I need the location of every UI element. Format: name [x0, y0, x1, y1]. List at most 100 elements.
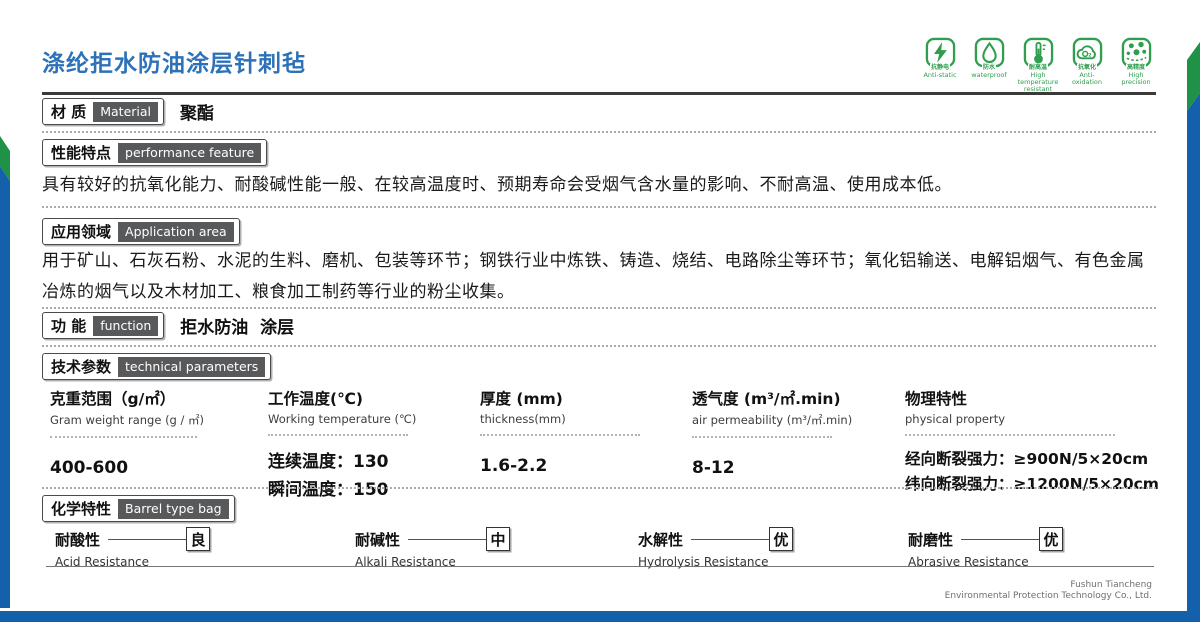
function-section-label: 功 能 function [42, 312, 164, 339]
param-value: 纬向断裂强力：≥1200N/5×20cm [905, 472, 1175, 494]
param-zh-header: 工作温度(℃) [268, 387, 468, 409]
footer-divider [46, 566, 1154, 567]
product-spec-page: 涤纶拒水防油涂层针刺毡 抗静电 Anti-static 防水 waterproo… [0, 0, 1200, 622]
technical-section-label: 技术参数 technical parameters [42, 353, 271, 380]
feature-zh-label: 耐高温 [1028, 64, 1048, 71]
function-value: 拒水防油 涂层 [180, 313, 294, 338]
application-text: 用于矿山、石灰石粉、水泥的生料、磨机、包装等环节；钢铁行业中炼铁、铸造、烧结、电… [42, 246, 1152, 308]
svg-text:2: 2 [1088, 52, 1091, 58]
chemical-zh: 化学特性 [51, 498, 111, 519]
company-name-line1: Fushun Tiancheng [945, 580, 1152, 591]
feature-high-temperature: 耐高温 High temperature resistant [1018, 37, 1058, 93]
feature-en-label: waterproof [971, 72, 1006, 79]
chem-connector-line [961, 539, 1039, 540]
section-divider [42, 131, 1156, 133]
param-thickness: 厚度 (mm) thickness(mm) 1.6-2.2 [480, 387, 670, 476]
chem-grade-box: 中 [486, 527, 510, 551]
param-en-header: physical property [905, 412, 1175, 426]
param-value: 8-12 [692, 458, 887, 478]
feature-en-label: Anti-static [923, 72, 956, 79]
feature-high-precision: 高精度 High precision [1116, 37, 1156, 93]
feature-anti-oxidation: 2 抗氧化 Anti-oxidation [1067, 37, 1107, 93]
performance-en-badge: performance feature [118, 143, 261, 163]
param-physical-property: 物理特性 physical property 经向断裂强力：≥900N/5×20… [905, 387, 1175, 494]
chem-grade-box: 优 [769, 527, 793, 551]
chem-item-top: 耐碱性 中 [355, 527, 510, 551]
performance-text: 具有较好的抗氧化能力、耐酸碱性能一般、在较高温度时、预期寿命会受烟气含水量的影响… [42, 170, 1152, 201]
param-zh-header: 克重范围（g/㎡） [50, 387, 250, 409]
chemical-en-badge: Barrel type bag [118, 499, 229, 519]
material-value: 聚酯 [180, 99, 214, 124]
material-row: 材 质 Material 聚酯 [42, 98, 214, 125]
chem-abrasive-resistance: 耐磨性 优 Abrasive Resistance [908, 527, 1063, 569]
param-value: 经向断裂强力：≥900N/5×20cm [905, 447, 1175, 469]
chem-item-top: 水解性 优 [638, 527, 793, 551]
param-divider [905, 434, 1115, 436]
company-footer: Fushun Tiancheng Environmental Protectio… [945, 580, 1152, 602]
param-gram-weight: 克重范围（g/㎡） Gram weight range (g / ㎡) 400-… [50, 387, 250, 478]
performance-section-label: 性能特点 performance feature [42, 139, 267, 166]
param-divider [692, 436, 832, 438]
chem-acid-resistance: 耐酸性 良 Acid Resistance [55, 527, 210, 569]
material-zh: 材 质 [51, 101, 86, 122]
technical-row: 技术参数 technical parameters [42, 353, 271, 380]
application-row: 应用领域 Application area [42, 218, 240, 245]
material-section-label: 材 质 Material [42, 98, 164, 125]
feature-en-label: High temperature resistant [1018, 72, 1059, 93]
param-divider [268, 434, 408, 436]
chem-alkali-resistance: 耐碱性 中 Alkali Resistance [355, 527, 510, 569]
technical-en-badge: technical parameters [118, 357, 265, 377]
feature-zh-label: 高精度 [1126, 64, 1146, 71]
param-value: 1.6-2.2 [480, 456, 670, 476]
chem-grade-box: 优 [1039, 527, 1063, 551]
param-zh-header: 物理特性 [905, 387, 1175, 409]
chem-connector-line [408, 539, 486, 540]
param-working-temperature: 工作温度(℃) Working temperature (℃) 连续温度：130… [268, 387, 468, 500]
chem-grade-box: 良 [186, 527, 210, 551]
function-en-badge: function [93, 316, 158, 336]
chem-item-top: 耐酸性 良 [55, 527, 210, 551]
chem-connector-line [691, 539, 769, 540]
chem-zh-label: 耐磨性 [908, 529, 953, 550]
param-value: 连续温度：130 [268, 447, 468, 472]
material-en-badge: Material [93, 102, 158, 122]
company-name-line2: Environmental Protection Technology Co.,… [945, 591, 1152, 602]
param-air-permeability: 透气度 (m³/㎡.min) air permeability (m³/㎡.mi… [692, 387, 887, 478]
page-title: 涤纶拒水防油涂层针刺毡 [42, 44, 306, 78]
feature-waterproof: 防水 waterproof [969, 37, 1009, 93]
performance-zh: 性能特点 [51, 142, 111, 163]
technical-zh: 技术参数 [51, 356, 111, 377]
param-divider [480, 434, 640, 436]
param-zh-header: 厚度 (mm) [480, 387, 670, 409]
param-divider [50, 436, 197, 438]
function-row: 功 能 function 拒水防油 涂层 [42, 312, 294, 339]
feature-en-label: High precision [1116, 72, 1156, 86]
feature-zh-label: 抗静电 [930, 64, 950, 71]
chem-item-top: 耐磨性 优 [908, 527, 1063, 551]
function-zh: 功 能 [51, 315, 86, 336]
param-en-header: thickness(mm) [480, 412, 670, 426]
section-divider [42, 345, 1156, 347]
chem-zh-label: 水解性 [638, 529, 683, 550]
feature-en-label: Anti-oxidation [1067, 72, 1107, 86]
feature-anti-static: 抗静电 Anti-static [920, 37, 960, 93]
section-divider [42, 307, 1156, 309]
chem-zh-label: 耐碱性 [355, 529, 400, 550]
section-divider [42, 206, 1156, 208]
title-divider [42, 92, 1156, 95]
param-en-header: air permeability (m³/㎡.min) [692, 412, 887, 428]
param-en-header: Gram weight range (g / ㎡) [50, 412, 250, 428]
param-value: 400-600 [50, 458, 250, 478]
chemical-section-label: 化学特性 Barrel type bag [42, 495, 235, 522]
section-divider [42, 487, 1156, 489]
performance-row: 性能特点 performance feature [42, 139, 267, 166]
feature-zh-label: 防水 [982, 64, 996, 71]
chem-zh-label: 耐酸性 [55, 529, 100, 550]
param-zh-header: 透气度 (m³/㎡.min) [692, 387, 887, 409]
feature-zh-label: 抗氧化 [1077, 64, 1097, 71]
application-section-label: 应用领域 Application area [42, 218, 240, 245]
chem-hydrolysis-resistance: 水解性 优 Hydrolysis Resistance [638, 527, 793, 569]
application-en-badge: Application area [118, 222, 234, 242]
chemical-row: 化学特性 Barrel type bag [42, 495, 235, 522]
chem-connector-line [108, 539, 186, 540]
